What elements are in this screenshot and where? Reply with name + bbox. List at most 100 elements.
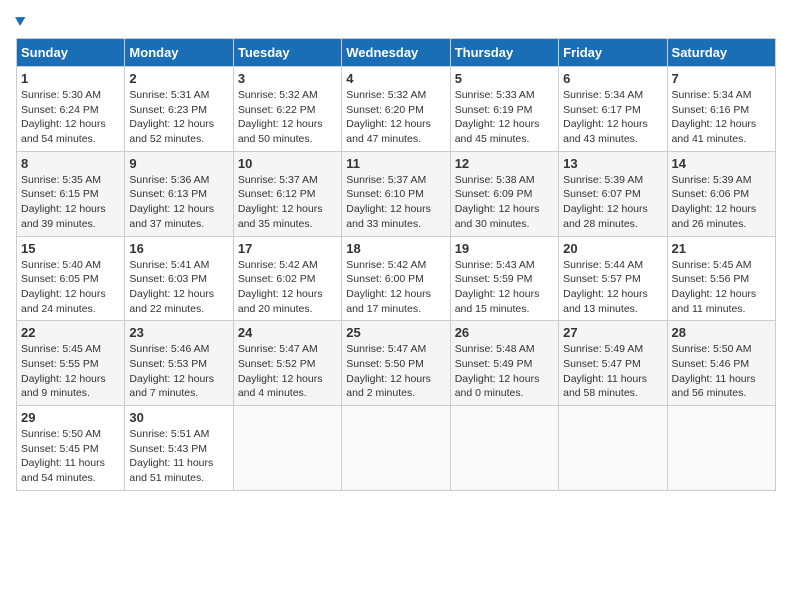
calendar-cell: 28 Sunrise: 5:50 AMSunset: 5:46 PMDaylig… xyxy=(667,321,775,406)
calendar-cell: 2 Sunrise: 5:31 AMSunset: 6:23 PMDayligh… xyxy=(125,67,233,152)
day-number: 11 xyxy=(346,156,445,171)
day-number: 7 xyxy=(672,71,771,86)
day-number: 29 xyxy=(21,410,120,425)
week-row: 15 Sunrise: 5:40 AMSunset: 6:05 PMDaylig… xyxy=(17,236,776,321)
day-detail: Sunrise: 5:44 AMSunset: 5:57 PMDaylight:… xyxy=(563,259,648,315)
calendar-header: SundayMondayTuesdayWednesdayThursdayFrid… xyxy=(17,39,776,67)
day-detail: Sunrise: 5:40 AMSunset: 6:05 PMDaylight:… xyxy=(21,259,106,315)
day-number: 25 xyxy=(346,325,445,340)
day-number: 6 xyxy=(563,71,662,86)
column-header-wednesday: Wednesday xyxy=(342,39,450,67)
day-number: 12 xyxy=(455,156,554,171)
calendar-cell: 3 Sunrise: 5:32 AMSunset: 6:22 PMDayligh… xyxy=(233,67,341,152)
day-detail: Sunrise: 5:30 AMSunset: 6:24 PMDaylight:… xyxy=(21,89,106,145)
day-number: 1 xyxy=(21,71,120,86)
week-row: 29 Sunrise: 5:50 AMSunset: 5:45 PMDaylig… xyxy=(17,406,776,491)
day-detail: Sunrise: 5:31 AMSunset: 6:23 PMDaylight:… xyxy=(129,89,214,145)
calendar-cell: 18 Sunrise: 5:42 AMSunset: 6:00 PMDaylig… xyxy=(342,236,450,321)
day-number: 20 xyxy=(563,241,662,256)
calendar-cell xyxy=(559,406,667,491)
day-detail: Sunrise: 5:34 AMSunset: 6:17 PMDaylight:… xyxy=(563,89,648,145)
calendar-cell: 19 Sunrise: 5:43 AMSunset: 5:59 PMDaylig… xyxy=(450,236,558,321)
day-number: 17 xyxy=(238,241,337,256)
header-row: SundayMondayTuesdayWednesdayThursdayFrid… xyxy=(17,39,776,67)
calendar-cell: 21 Sunrise: 5:45 AMSunset: 5:56 PMDaylig… xyxy=(667,236,775,321)
day-detail: Sunrise: 5:48 AMSunset: 5:49 PMDaylight:… xyxy=(455,343,540,399)
day-detail: Sunrise: 5:39 AMSunset: 6:07 PMDaylight:… xyxy=(563,174,648,230)
calendar-cell: 8 Sunrise: 5:35 AMSunset: 6:15 PMDayligh… xyxy=(17,151,125,236)
day-detail: Sunrise: 5:32 AMSunset: 6:20 PMDaylight:… xyxy=(346,89,431,145)
column-header-monday: Monday xyxy=(125,39,233,67)
calendar-cell: 1 Sunrise: 5:30 AMSunset: 6:24 PMDayligh… xyxy=(17,67,125,152)
logo-text-block xyxy=(16,16,27,26)
week-row: 22 Sunrise: 5:45 AMSunset: 5:55 PMDaylig… xyxy=(17,321,776,406)
calendar-cell: 12 Sunrise: 5:38 AMSunset: 6:09 PMDaylig… xyxy=(450,151,558,236)
calendar-cell: 23 Sunrise: 5:46 AMSunset: 5:53 PMDaylig… xyxy=(125,321,233,406)
calendar-cell: 22 Sunrise: 5:45 AMSunset: 5:55 PMDaylig… xyxy=(17,321,125,406)
column-header-tuesday: Tuesday xyxy=(233,39,341,67)
calendar-cell: 4 Sunrise: 5:32 AMSunset: 6:20 PMDayligh… xyxy=(342,67,450,152)
column-header-sunday: Sunday xyxy=(17,39,125,67)
calendar-cell: 14 Sunrise: 5:39 AMSunset: 6:06 PMDaylig… xyxy=(667,151,775,236)
day-detail: Sunrise: 5:36 AMSunset: 6:13 PMDaylight:… xyxy=(129,174,214,230)
day-detail: Sunrise: 5:45 AMSunset: 5:55 PMDaylight:… xyxy=(21,343,106,399)
day-detail: Sunrise: 5:45 AMSunset: 5:56 PMDaylight:… xyxy=(672,259,757,315)
calendar-cell: 30 Sunrise: 5:51 AMSunset: 5:43 PMDaylig… xyxy=(125,406,233,491)
day-number: 27 xyxy=(563,325,662,340)
day-detail: Sunrise: 5:34 AMSunset: 6:16 PMDaylight:… xyxy=(672,89,757,145)
column-header-friday: Friday xyxy=(559,39,667,67)
day-detail: Sunrise: 5:49 AMSunset: 5:47 PMDaylight:… xyxy=(563,343,647,399)
calendar-cell: 6 Sunrise: 5:34 AMSunset: 6:17 PMDayligh… xyxy=(559,67,667,152)
day-number: 19 xyxy=(455,241,554,256)
calendar-cell xyxy=(342,406,450,491)
calendar-cell: 17 Sunrise: 5:42 AMSunset: 6:02 PMDaylig… xyxy=(233,236,341,321)
day-number: 4 xyxy=(346,71,445,86)
day-detail: Sunrise: 5:50 AMSunset: 5:46 PMDaylight:… xyxy=(672,343,756,399)
day-number: 30 xyxy=(129,410,228,425)
day-detail: Sunrise: 5:47 AMSunset: 5:50 PMDaylight:… xyxy=(346,343,431,399)
page-header xyxy=(16,16,776,26)
calendar-cell xyxy=(450,406,558,491)
day-detail: Sunrise: 5:41 AMSunset: 6:03 PMDaylight:… xyxy=(129,259,214,315)
day-number: 22 xyxy=(21,325,120,340)
day-detail: Sunrise: 5:37 AMSunset: 6:10 PMDaylight:… xyxy=(346,174,431,230)
day-detail: Sunrise: 5:35 AMSunset: 6:15 PMDaylight:… xyxy=(21,174,106,230)
day-detail: Sunrise: 5:46 AMSunset: 5:53 PMDaylight:… xyxy=(129,343,214,399)
calendar-cell: 20 Sunrise: 5:44 AMSunset: 5:57 PMDaylig… xyxy=(559,236,667,321)
day-detail: Sunrise: 5:37 AMSunset: 6:12 PMDaylight:… xyxy=(238,174,323,230)
calendar-cell: 26 Sunrise: 5:48 AMSunset: 5:49 PMDaylig… xyxy=(450,321,558,406)
calendar-cell: 7 Sunrise: 5:34 AMSunset: 6:16 PMDayligh… xyxy=(667,67,775,152)
calendar-cell: 27 Sunrise: 5:49 AMSunset: 5:47 PMDaylig… xyxy=(559,321,667,406)
logo-arrow-icon xyxy=(15,13,28,26)
day-number: 28 xyxy=(672,325,771,340)
calendar-table: SundayMondayTuesdayWednesdayThursdayFrid… xyxy=(16,38,776,491)
column-header-thursday: Thursday xyxy=(450,39,558,67)
week-row: 1 Sunrise: 5:30 AMSunset: 6:24 PMDayligh… xyxy=(17,67,776,152)
day-number: 23 xyxy=(129,325,228,340)
calendar-body: 1 Sunrise: 5:30 AMSunset: 6:24 PMDayligh… xyxy=(17,67,776,491)
day-detail: Sunrise: 5:38 AMSunset: 6:09 PMDaylight:… xyxy=(455,174,540,230)
calendar-cell: 13 Sunrise: 5:39 AMSunset: 6:07 PMDaylig… xyxy=(559,151,667,236)
day-number: 26 xyxy=(455,325,554,340)
calendar-cell: 5 Sunrise: 5:33 AMSunset: 6:19 PMDayligh… xyxy=(450,67,558,152)
day-detail: Sunrise: 5:47 AMSunset: 5:52 PMDaylight:… xyxy=(238,343,323,399)
calendar-cell: 16 Sunrise: 5:41 AMSunset: 6:03 PMDaylig… xyxy=(125,236,233,321)
day-number: 24 xyxy=(238,325,337,340)
calendar-cell: 24 Sunrise: 5:47 AMSunset: 5:52 PMDaylig… xyxy=(233,321,341,406)
day-number: 21 xyxy=(672,241,771,256)
logo-blue-row xyxy=(16,16,27,26)
calendar-cell: 15 Sunrise: 5:40 AMSunset: 6:05 PMDaylig… xyxy=(17,236,125,321)
day-number: 10 xyxy=(238,156,337,171)
day-number: 18 xyxy=(346,241,445,256)
day-number: 13 xyxy=(563,156,662,171)
day-detail: Sunrise: 5:42 AMSunset: 6:02 PMDaylight:… xyxy=(238,259,323,315)
day-number: 9 xyxy=(129,156,228,171)
week-row: 8 Sunrise: 5:35 AMSunset: 6:15 PMDayligh… xyxy=(17,151,776,236)
calendar-cell xyxy=(667,406,775,491)
day-number: 2 xyxy=(129,71,228,86)
column-header-saturday: Saturday xyxy=(667,39,775,67)
day-detail: Sunrise: 5:33 AMSunset: 6:19 PMDaylight:… xyxy=(455,89,540,145)
day-detail: Sunrise: 5:39 AMSunset: 6:06 PMDaylight:… xyxy=(672,174,757,230)
day-detail: Sunrise: 5:43 AMSunset: 5:59 PMDaylight:… xyxy=(455,259,540,315)
day-number: 5 xyxy=(455,71,554,86)
